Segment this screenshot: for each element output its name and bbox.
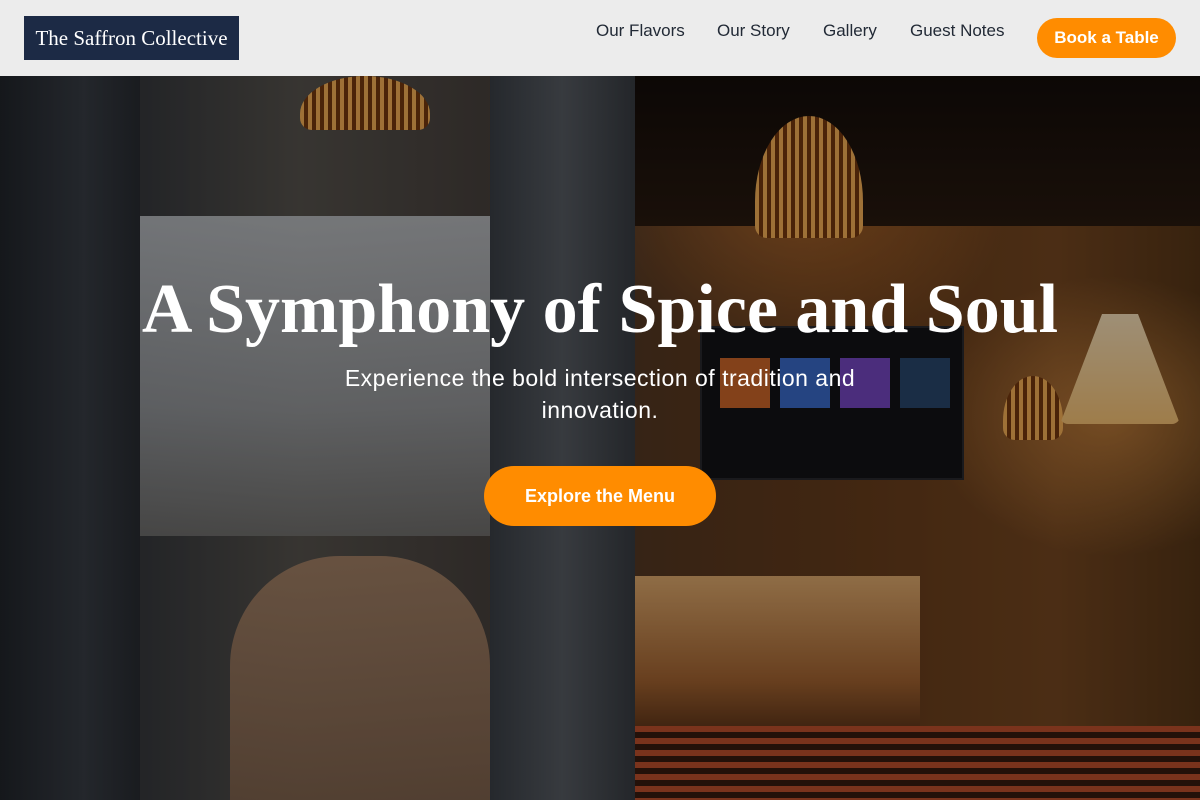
landing-page: A Symphony of Spice and Soul Experience … bbox=[0, 0, 1200, 800]
nav-link-gallery[interactable]: Gallery bbox=[823, 20, 877, 42]
hero-subtitle: Experience the bold intersection of trad… bbox=[344, 365, 856, 423]
nav-link-our-flavors[interactable]: Our Flavors bbox=[596, 20, 685, 42]
book-table-button[interactable]: Book a Table bbox=[1037, 18, 1176, 58]
site-header: The Saffron Collective Our Flavors Our S… bbox=[0, 0, 1200, 76]
hero-dark-overlay bbox=[0, 76, 1200, 800]
hero-section bbox=[0, 76, 1200, 800]
nav-link-our-story[interactable]: Our Story bbox=[717, 20, 790, 42]
explore-menu-button[interactable]: Explore the Menu bbox=[484, 466, 716, 526]
nav-link-guest-notes[interactable]: Guest Notes bbox=[910, 20, 1005, 42]
hero-title: A Symphony of Spice and Soul bbox=[141, 271, 1059, 348]
brand-logo[interactable]: The Saffron Collective bbox=[24, 16, 239, 60]
